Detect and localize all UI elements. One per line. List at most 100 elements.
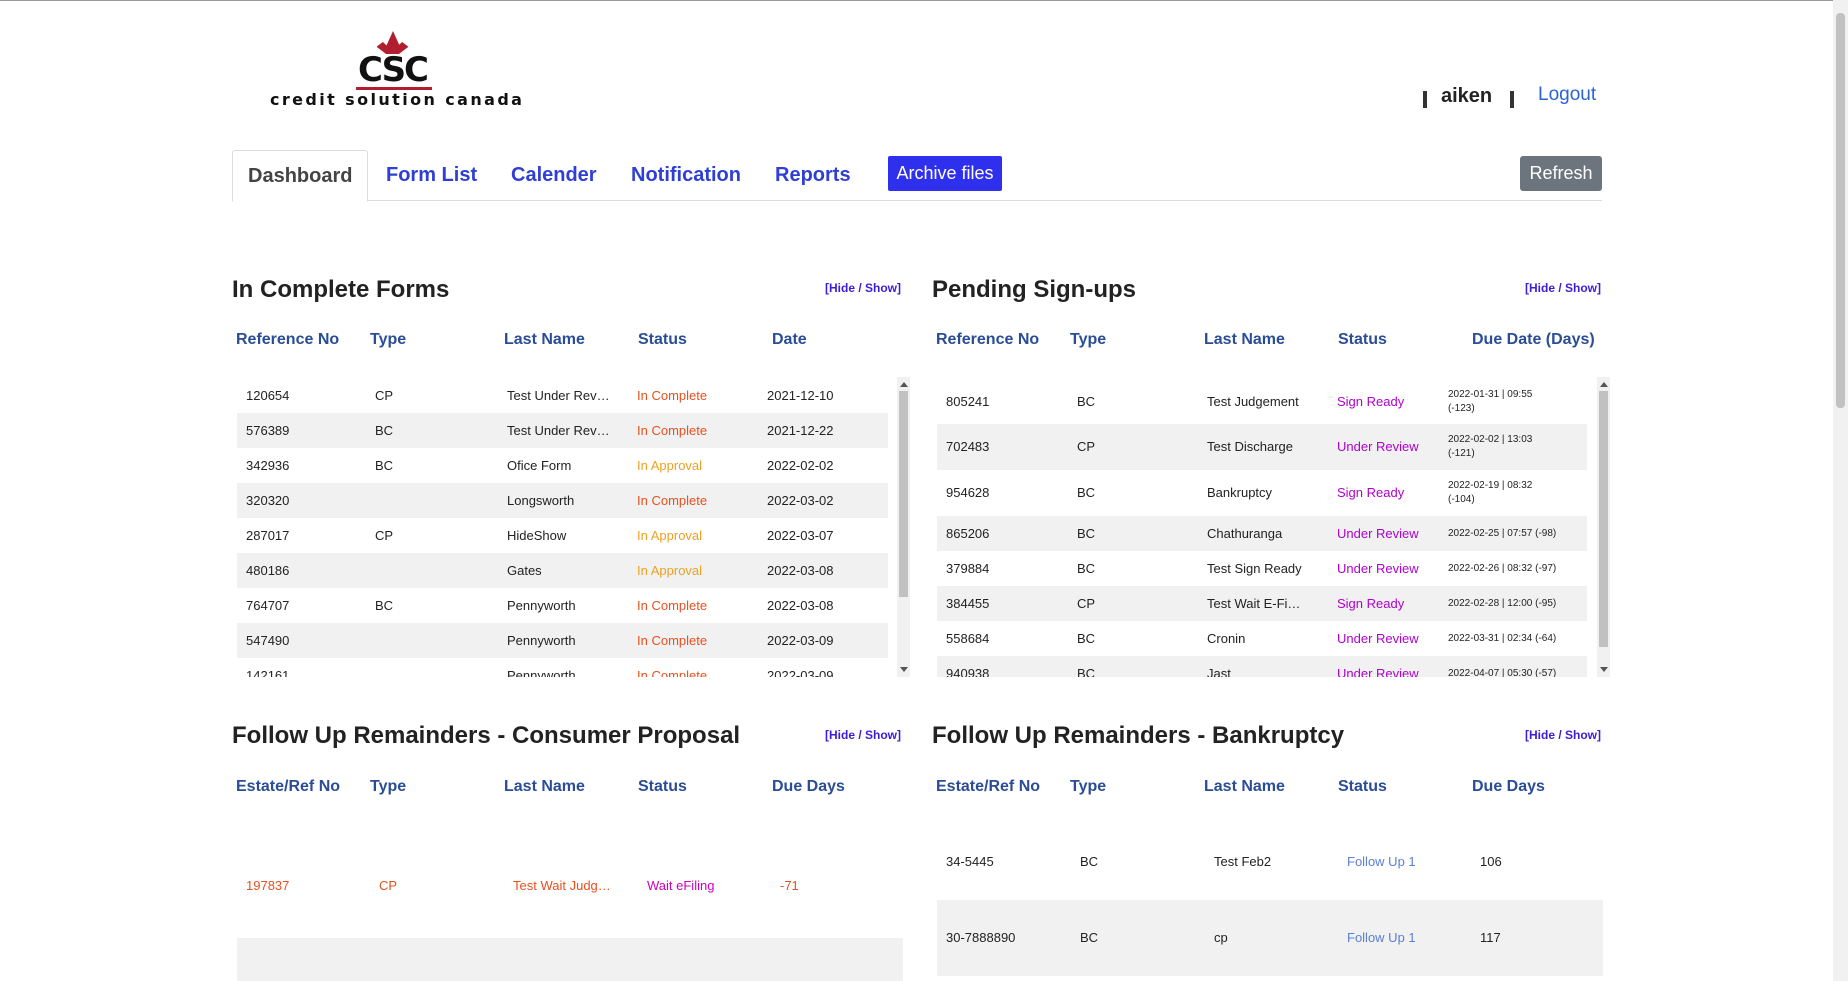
column-header[interactable]: Estate/Ref No	[236, 778, 340, 796]
table-row[interactable]: 480186 Gates In Approval 2022-03-08	[237, 553, 888, 588]
date: 2022-03-09	[767, 668, 834, 677]
table-row[interactable]: 702483 CP Test Discharge Under Review 2022-0…	[937, 424, 1587, 470]
table-row[interactable]: 30-7888890 BC cp Follow Up 1 117	[937, 900, 1603, 976]
due-date: 2022-02-25 | 07:57 (-98)	[1448, 527, 1583, 541]
pending-signups-hide-show[interactable]: [Hide / Show]	[1525, 281, 1601, 295]
last-name: Pennyworth	[507, 668, 576, 677]
type: BC	[375, 423, 394, 438]
table-row[interactable]: 865206 BC Chathuranga Under Review 2022-02-2…	[937, 516, 1587, 551]
type: BC	[1077, 561, 1096, 576]
page-scrollbar[interactable]	[1833, 0, 1848, 981]
column-header[interactable]: Type	[1070, 331, 1106, 349]
followup-cp-table[interactable]: 197837 CP Test Wait Judg… Wait eFiling -71	[237, 824, 903, 981]
status-badge: Sign Ready	[1337, 485, 1405, 500]
scroll-down-icon[interactable]	[900, 667, 908, 672]
column-header[interactable]: Status	[638, 778, 687, 796]
due-days: (-121)	[1448, 448, 1475, 459]
tab-notification[interactable]: Notification	[631, 150, 741, 200]
due-date: 2022-02-19 | 08:32 (-104)	[1448, 479, 1583, 507]
due-days: (-104)	[1448, 494, 1475, 505]
tab-reports[interactable]: Reports	[775, 150, 851, 200]
followup-bk-table[interactable]: 34-5445 BC Test Feb2 Follow Up 1 106 30-78888…	[937, 824, 1603, 981]
status-badge: In Approval	[637, 563, 703, 578]
column-header[interactable]: Status	[1338, 331, 1387, 349]
due-date: 2022-01-31 | 09:55 (-123)	[1448, 388, 1583, 416]
scroll-up-icon[interactable]	[1600, 382, 1608, 387]
table-row[interactable]: 142161 Pennyworth In Complete 2022-03-09	[237, 658, 888, 677]
table-row[interactable]: 558684 BC Cronin Under Review 2022-03-31 | 0…	[937, 621, 1587, 656]
last-name: Ofice Form	[507, 458, 572, 473]
table-row[interactable]: 287017 CP HideShow In Approval 2022-03-07	[237, 518, 888, 553]
column-header[interactable]: Due Date (Days)	[1472, 331, 1595, 349]
tab-dashboard[interactable]: Dashboard	[232, 150, 369, 202]
table-row[interactable]: 342936 BC Ofice Form In Approval 2022-02-02	[237, 448, 888, 483]
date: 2021-12-22	[767, 423, 834, 438]
column-header[interactable]: Date	[772, 331, 807, 349]
table-row[interactable]: 384455 CP Test Wait E-Fi… Sign Ready 2022-02…	[937, 586, 1587, 621]
column-header[interactable]: Reference No	[936, 331, 1039, 349]
column-header[interactable]: Last Name	[504, 331, 585, 349]
type: CP	[379, 878, 398, 893]
column-header[interactable]: Type	[1070, 778, 1106, 796]
status-badge: Sign Ready	[1337, 596, 1405, 611]
table-row[interactable]: 954628 BC Bankruptcy Sign Ready 2022-02-19 |…	[937, 470, 1587, 516]
column-header[interactable]: Due Days	[1472, 778, 1545, 796]
followup-cp-hide-show[interactable]: [Hide / Show]	[825, 728, 901, 742]
logo[interactable]: CSC credit solution canada	[270, 28, 522, 118]
scrollbar-thumb[interactable]	[1599, 391, 1608, 647]
incomplete-forms-scrollbar[interactable]	[897, 377, 910, 677]
table-row[interactable]: 120654 CP Test Under Rev… In Complete 2021-1…	[237, 378, 888, 413]
column-header[interactable]: Due Days	[772, 778, 845, 796]
due-date-time: 2022-03-31 | 02:34 (-64)	[1448, 632, 1557, 644]
column-header[interactable]: Type	[370, 778, 406, 796]
table-row[interactable]: 320320 Longsworth In Complete 2022-03-02	[237, 483, 888, 518]
status-badge: In Complete	[637, 668, 708, 677]
column-header[interactable]: Last Name	[504, 778, 585, 796]
column-header[interactable]: Last Name	[1204, 331, 1285, 349]
table-row[interactable]: 940938 BC Jast Under Review 2022-04-07 | 05:…	[937, 656, 1587, 677]
scrollbar-thumb[interactable]	[899, 391, 908, 597]
column-header[interactable]: Reference No	[236, 331, 339, 349]
due-date: 2022-04-07 | 05:30 (-57)	[1448, 667, 1583, 678]
estate-ref-no: 30-7888890	[946, 930, 1016, 945]
due-date-time: 2022-02-02 | 13:03	[1448, 434, 1533, 445]
incomplete-forms-table[interactable]: 120654 CP Test Under Rev… In Complete 2021-1…	[237, 377, 888, 677]
pending-signups-table[interactable]: 805241 BC Test Judgement Sign Ready 2022-01-…	[937, 377, 1588, 677]
logout-link[interactable]: Logout	[1538, 84, 1596, 106]
tab-form-list[interactable]: Form List	[386, 150, 477, 200]
followup-bk-hide-show[interactable]: [Hide / Show]	[1525, 728, 1601, 742]
table-row[interactable]: 34-5445 BC Test Feb2 Follow Up 1 106	[937, 828, 1603, 896]
status-badge: In Approval	[637, 528, 703, 543]
type: BC	[1080, 930, 1099, 945]
status-badge: Under Review	[1337, 526, 1419, 541]
table-row[interactable]: 805241 BC Test Judgement Sign Ready 2022-01-…	[937, 380, 1587, 424]
column-header[interactable]: Status	[1338, 778, 1387, 796]
table-row[interactable]: 547490 Pennyworth In Complete 2022-03-09	[237, 623, 888, 658]
column-header[interactable]: Estate/Ref No	[936, 778, 1040, 796]
column-header[interactable]: Status	[638, 331, 687, 349]
reference-no: 384455	[946, 596, 990, 611]
table-row[interactable]: 197837 CP Test Wait Judg… Wait eFiling -71	[237, 868, 903, 903]
scroll-up-icon[interactable]	[900, 382, 908, 387]
type: CP	[1077, 596, 1096, 611]
column-header[interactable]: Type	[370, 331, 406, 349]
status-badge: Under Review	[1337, 561, 1419, 576]
tab-calender[interactable]: Calender	[511, 150, 597, 200]
page-scrollbar-thumb[interactable]	[1836, 13, 1845, 408]
pending-signups-scrollbar[interactable]	[1597, 377, 1610, 677]
status-badge: Sign Ready	[1337, 394, 1405, 409]
type: BC	[1077, 394, 1096, 409]
column-header[interactable]: Last Name	[1204, 778, 1285, 796]
table-row[interactable]: 576389 BC Test Under Rev… In Complete 2021-1…	[237, 413, 888, 448]
refresh-button[interactable]: Refresh	[1520, 156, 1602, 191]
table-row[interactable]: 379884 BC Test Sign Ready Under Review 2022-…	[937, 551, 1587, 586]
archive-files-button[interactable]: Archive files	[888, 156, 1002, 191]
incomplete-forms-hide-show[interactable]: [Hide / Show]	[825, 281, 901, 295]
table-row[interactable]: 764707 BC Pennyworth In Complete 2022-03-08	[237, 588, 888, 623]
last-name: Test Under Rev…	[507, 388, 610, 403]
reference-no: 379884	[946, 561, 990, 576]
scroll-down-icon[interactable]	[1600, 667, 1608, 672]
type: BC	[1077, 666, 1096, 677]
status-badge: Under Review	[1337, 439, 1419, 454]
type: CP	[375, 388, 394, 403]
